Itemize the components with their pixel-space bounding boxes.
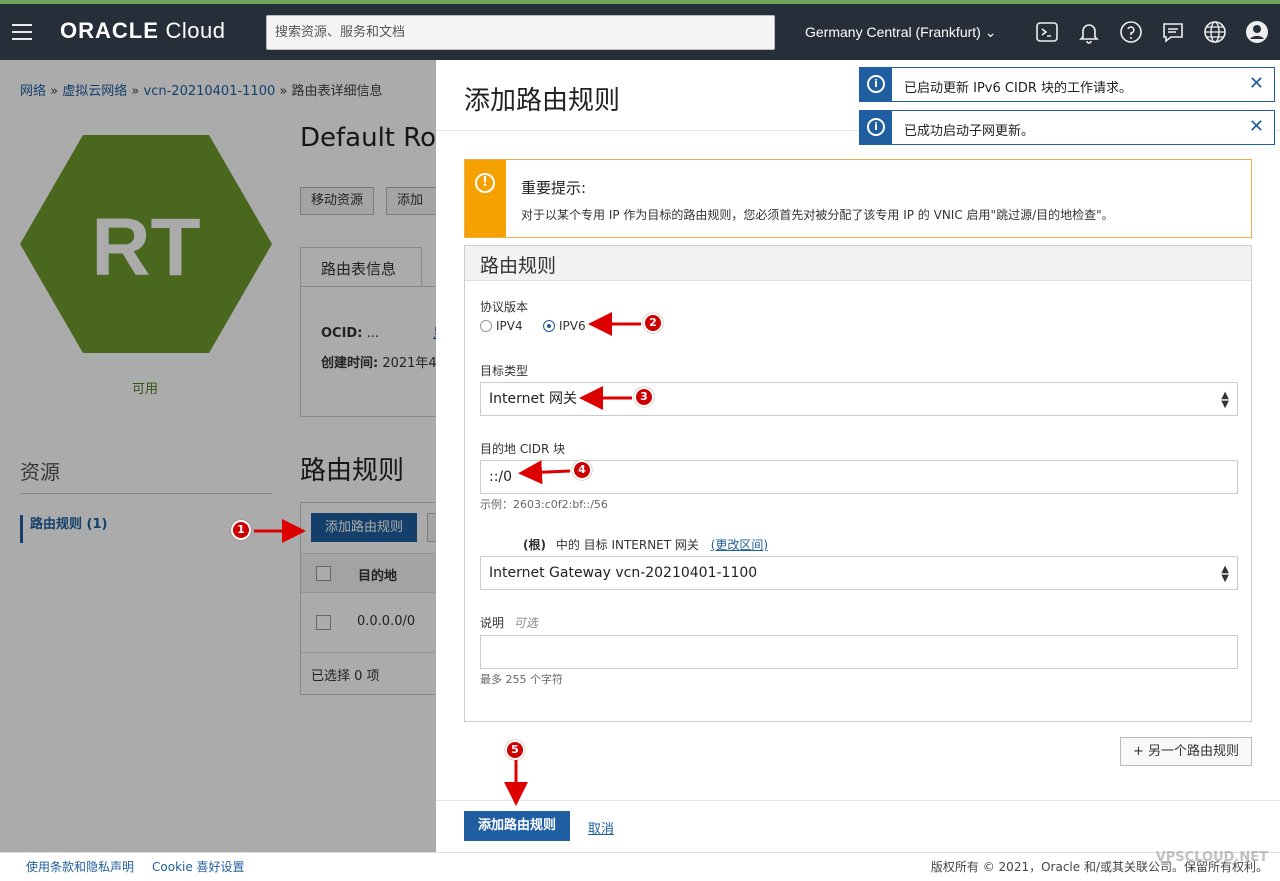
route-rule-section: 路由规则 协议版本 IPV4 IPV6 目标类型 Internet 网关 ▲ ▼ 目… <box>464 245 1252 722</box>
ipv6-radio[interactable]: IPV6 <box>543 319 586 333</box>
step-marker: 4 <box>572 460 592 480</box>
user-icon[interactable] <box>1244 20 1270 46</box>
cidr-label: 目的地 CIDR 块 <box>480 442 566 456</box>
internet-gateway-select[interactable]: Internet Gateway vcn-20210401-1100 ▲ ▼ <box>480 556 1238 590</box>
change-compartment-link[interactable]: (更改区间) <box>711 538 768 552</box>
route-rule-section-title: 路由规则 <box>465 246 1251 281</box>
compartment-line: (根) 中的 目标 INTERNET 网关 (更改区间) <box>523 536 768 553</box>
another-route-rule-button[interactable]: + 另一个路由规则 <box>1120 737 1252 766</box>
compartment-text: 中的 目标 INTERNET 网关 <box>555 538 699 552</box>
notice-title: 重要提示: <box>521 179 587 197</box>
description-hint: 最多 255 个字符 <box>480 673 563 686</box>
target-type-label: 目标类型 <box>480 364 529 378</box>
compartment-name: (根) <box>523 538 546 552</box>
modal-overlay[interactable] <box>0 60 436 852</box>
cidr-input[interactable]: ::/0 <box>480 460 1238 494</box>
divider <box>436 800 1280 801</box>
globe-icon[interactable] <box>1202 20 1228 46</box>
close-icon[interactable]: ✕ <box>1249 118 1264 136</box>
add-route-rule-button[interactable]: 添加路由规则 <box>464 811 570 841</box>
toast-text: 已启动更新 IPv6 CIDR 块的工作请求。 <box>904 81 1132 96</box>
info-icon: i <box>860 111 892 144</box>
toast-text: 已成功启动子网更新。 <box>904 124 1035 139</box>
optional-label: 可选 <box>513 616 538 630</box>
select-arrows-icon: ▲ ▼ <box>1221 564 1229 584</box>
chat-icon[interactable] <box>1160 20 1186 46</box>
step-marker: 3 <box>634 387 654 407</box>
notice-text: 对于以某个专用 IP 作为目标的路由规则，您必须首先对被分配了该专用 IP 的 … <box>521 208 1114 222</box>
top-bar: ORACLE Cloud 搜索资源、服务和文档 Germany Central … <box>0 0 1280 60</box>
chevron-down-icon: ⌄ <box>984 24 997 40</box>
region-selector[interactable]: Germany Central (Frankfurt) ⌄ <box>805 24 996 41</box>
toast-notification: i 已启动更新 IPv6 CIDR 块的工作请求。 ✕ <box>859 67 1275 102</box>
radio-selected-icon <box>543 320 555 332</box>
protocol-label: 协议版本 <box>480 300 529 314</box>
help-icon[interactable] <box>1118 20 1144 46</box>
radio-icon <box>480 320 492 332</box>
add-route-rule-panel: 添加路由规则 ! 重要提示: 对于以某个专用 IP 作为目标的路由规则，您必须首… <box>436 60 1280 852</box>
step-marker: 1 <box>231 520 251 540</box>
cancel-link[interactable]: 取消 <box>588 818 614 837</box>
cidr-example: 示例：2603:c0f2:bf::/56 <box>480 498 608 511</box>
close-icon[interactable]: ✕ <box>1249 75 1264 93</box>
terms-link[interactable]: 使用条款和隐私声明 <box>26 858 134 875</box>
warning-icon: ! <box>465 160 506 237</box>
toast-notification: i 已成功启动子网更新。 ✕ <box>859 110 1275 145</box>
ipv4-radio[interactable]: IPV4 <box>480 319 523 333</box>
important-notice: ! 重要提示: 对于以某个专用 IP 作为目标的路由规则，您必须首先对被分配了该… <box>464 159 1252 238</box>
step-marker: 5 <box>505 740 525 760</box>
panel-title: 添加路由规则 <box>464 86 621 116</box>
page-footer: 使用条款和隐私声明 Cookie 喜好设置 版权所有 © 2021，Oracle… <box>0 850 1280 881</box>
menu-icon[interactable] <box>12 24 32 40</box>
step-marker: 2 <box>643 313 663 333</box>
info-icon: i <box>860 68 892 101</box>
select-arrows-icon: ▲ ▼ <box>1221 390 1229 410</box>
bell-icon[interactable] <box>1076 20 1102 46</box>
search-input[interactable]: 搜索资源、服务和文档 <box>266 15 775 50</box>
watermark: VPSCLOUD.NET <box>1155 850 1268 865</box>
cookie-link[interactable]: Cookie 喜好设置 <box>152 858 245 875</box>
description-label: 说明 可选 <box>480 616 538 630</box>
target-type-select[interactable]: Internet 网关 ▲ ▼ <box>480 382 1238 416</box>
description-input[interactable] <box>480 635 1238 669</box>
oracle-cloud-logo[interactable]: ORACLE Cloud <box>60 18 226 44</box>
terminal-icon[interactable] <box>1034 20 1060 46</box>
